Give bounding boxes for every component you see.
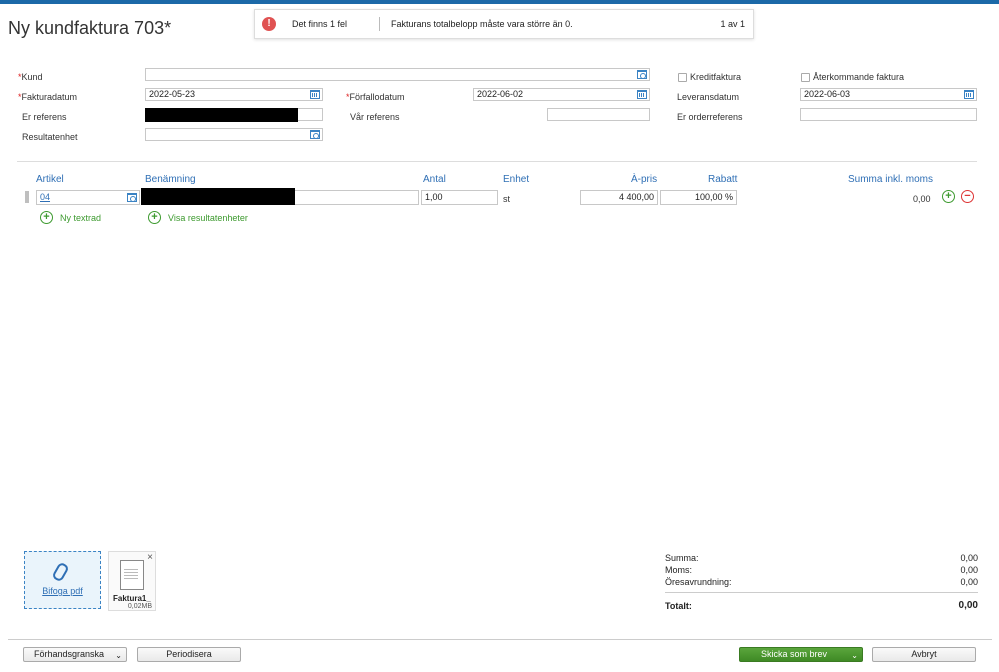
- moms-amount: 0,00: [960, 565, 978, 575]
- summa-amount: 0,00: [960, 553, 978, 563]
- show-units-link[interactable]: Visa resultatenheter: [168, 213, 248, 223]
- attach-pdf-link[interactable]: Bifoga pdf: [25, 586, 100, 596]
- search-icon[interactable]: [310, 130, 320, 139]
- col-benamning: Benämning: [145, 174, 196, 185]
- summa-value: 0,00: [913, 194, 931, 204]
- paperclip-icon: [51, 561, 70, 583]
- kreditfaktura-checkbox[interactable]: [678, 73, 687, 82]
- error-banner: ! Det finns 1 fel Fakturans totalbelopp …: [254, 9, 754, 39]
- kund-field[interactable]: [145, 68, 650, 81]
- file-size: 0,02MB: [127, 603, 152, 610]
- forfallodatum-label: *Förfallodatum: [346, 92, 405, 102]
- rabatt-field[interactable]: 100,00 %: [660, 190, 737, 205]
- page-title: Ny kundfaktura 703*: [8, 18, 172, 38]
- remove-row-icon[interactable]: −: [961, 190, 974, 203]
- send-label: Skicka som brev: [760, 649, 828, 659]
- redacted-block: [145, 108, 298, 122]
- chevron-down-icon[interactable]: ⌄: [851, 649, 858, 662]
- customer-search-icon[interactable]: [637, 70, 647, 79]
- fakturadatum-field[interactable]: 2022-05-23: [145, 88, 323, 101]
- enhet-value[interactable]: st: [503, 194, 510, 204]
- leveransdatum-label: Leveransdatum: [677, 92, 740, 102]
- error-pagination: 1 av 1: [720, 19, 745, 29]
- antal-field[interactable]: 1,00: [421, 190, 498, 205]
- resultatenhet-label: Resultatenhet: [22, 132, 78, 142]
- totalt-label: Totalt:: [665, 601, 692, 611]
- top-accent-bar: [0, 0, 999, 4]
- forfallodatum-field[interactable]: 2022-06-02: [473, 88, 650, 101]
- show-units-icon[interactable]: +: [148, 211, 161, 224]
- send-letter-button[interactable]: Skicka som brev ⌄: [739, 647, 863, 662]
- col-enhet: Enhet: [503, 174, 530, 185]
- drag-handle[interactable]: [25, 191, 29, 203]
- attach-pdf-dropzone[interactable]: Bifoga pdf: [24, 551, 101, 609]
- var-referens-label: Vår referens: [350, 112, 400, 122]
- fakturadatum-label: *Fakturadatum: [18, 92, 78, 102]
- col-rabatt: Rabatt: [708, 174, 738, 185]
- col-summa: Summa inkl. moms: [848, 174, 934, 185]
- calendar-icon[interactable]: [964, 90, 974, 99]
- aterkommande-checkbox[interactable]: [801, 73, 810, 82]
- file-name: Faktura1_: [113, 594, 151, 603]
- cancel-button[interactable]: Avbryt: [872, 647, 976, 662]
- er-referens-label: Er referens: [22, 112, 67, 122]
- er-orderreferens-field[interactable]: [800, 108, 977, 121]
- search-icon[interactable]: [127, 193, 137, 202]
- error-count: Det finns 1 fel: [292, 19, 348, 29]
- add-row-icon[interactable]: +: [942, 190, 955, 203]
- close-icon[interactable]: ×: [147, 552, 153, 563]
- add-textrow-icon[interactable]: +: [40, 211, 53, 224]
- periodize-button[interactable]: Periodisera: [137, 647, 241, 662]
- aterkommande-label: Återkommande faktura: [813, 72, 905, 82]
- attached-file[interactable]: × Faktura1_ 0,02MB: [108, 551, 156, 611]
- col-apris: À-pris: [631, 174, 658, 185]
- resultatenhet-field[interactable]: [145, 128, 323, 141]
- calendar-icon[interactable]: [310, 90, 320, 99]
- apris-field[interactable]: 4 400,00: [580, 190, 658, 205]
- chevron-down-icon: ⌄: [115, 651, 122, 660]
- er-orderreferens-label: Er orderreferens: [677, 112, 743, 122]
- kreditfaktura-label: Kreditfaktura: [690, 72, 742, 82]
- summa-label: Summa:: [665, 553, 699, 563]
- col-artikel: Artikel: [36, 174, 64, 185]
- var-referens-field[interactable]: [547, 108, 650, 121]
- document-icon: [120, 560, 144, 590]
- error-icon: !: [262, 17, 276, 31]
- error-divider: [379, 17, 380, 31]
- kund-label: *Kund: [18, 72, 43, 82]
- oresavrundning-label: Öresavrundning:: [665, 577, 732, 587]
- oresavrundning-amount: 0,00: [960, 577, 978, 587]
- col-antal: Antal: [423, 174, 446, 185]
- preview-dropdown-button[interactable]: Förhandsgranska ⌄: [23, 647, 127, 662]
- totalt-amount: 0,00: [958, 600, 978, 611]
- divider: [17, 161, 977, 162]
- error-message[interactable]: Fakturans totalbelopp måste vara större …: [391, 19, 573, 29]
- artikel-field[interactable]: 04: [36, 190, 140, 205]
- moms-label: Moms:: [665, 565, 692, 575]
- leveransdatum-field[interactable]: 2022-06-03: [800, 88, 977, 101]
- calendar-icon[interactable]: [637, 90, 647, 99]
- preview-label: Förhandsgranska: [33, 649, 105, 659]
- new-textrow-link[interactable]: Ny textrad: [60, 213, 101, 223]
- redacted-block: [141, 188, 295, 205]
- summary-divider: [665, 592, 978, 593]
